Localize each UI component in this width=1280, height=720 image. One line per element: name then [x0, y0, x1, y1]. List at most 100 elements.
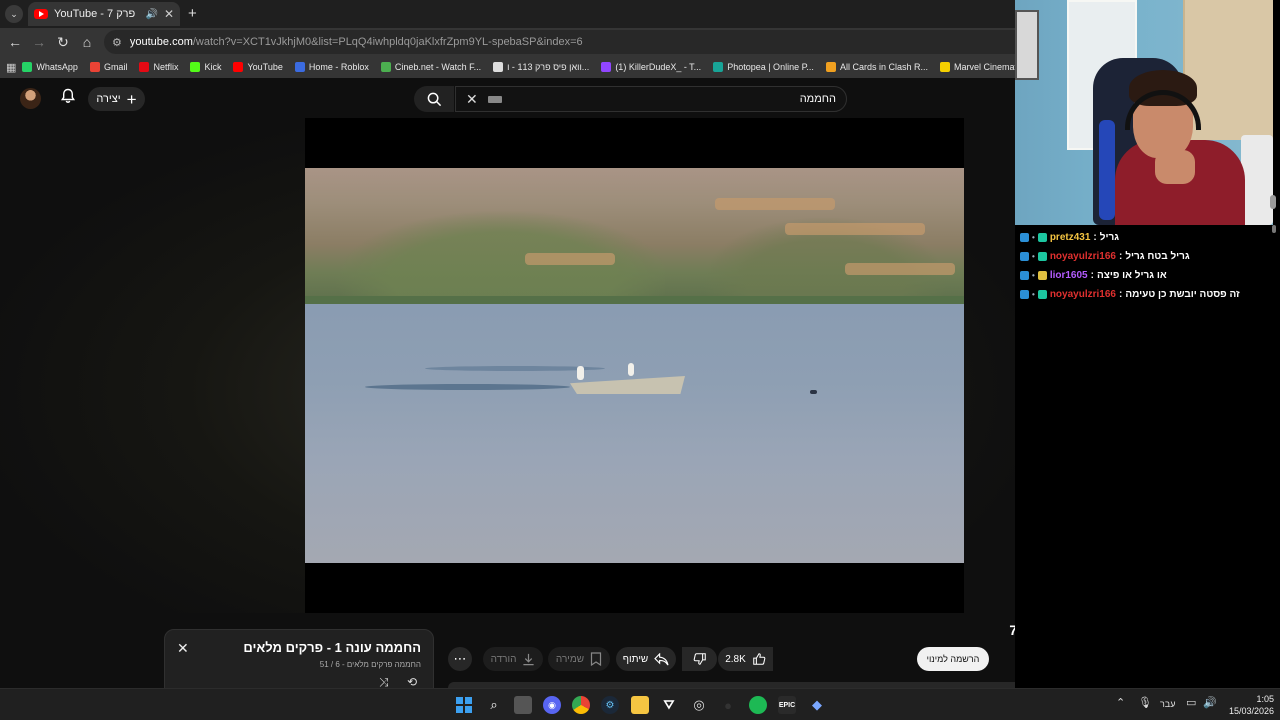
new-tab-icon[interactable]: +	[188, 5, 197, 22]
playlist-title[interactable]: החממה עונה 1 - פרקים מלאים	[243, 640, 421, 655]
chat-subscriber-badge-icon	[1037, 233, 1047, 242]
chat-text: זה פסטה יובשת כן טעימה	[1125, 289, 1240, 300]
reload-icon[interactable]: ↻	[51, 34, 75, 51]
field-patch	[715, 198, 835, 210]
download-button[interactable]: הורדה	[483, 647, 543, 671]
url-host: youtube.com	[129, 36, 193, 48]
system-clock[interactable]: 1:05 15/03/2026	[1218, 693, 1274, 717]
bookmark-favicon-icon	[139, 62, 150, 72]
app-diamond-icon[interactable]: ◆	[808, 696, 826, 714]
chat-text: או גריל או פיצה	[1096, 270, 1167, 281]
url-path: /watch?v=XCT1vJkhjM0&list=PLqQ4iwhpldq0j…	[192, 36, 583, 48]
search-icon[interactable]: ⌕	[485, 696, 503, 714]
bookmark-item[interactable]: Cineb.net - Watch F...	[375, 62, 487, 72]
video-player[interactable]	[305, 118, 964, 613]
address-bar[interactable]: ⚙ youtube.com/watch?v=XCT1vJkhjM0&list=P…	[104, 30, 1015, 54]
tab-search-icon[interactable]: ⌄	[5, 5, 23, 23]
tab-title: YouTube - החממה: פרק 7	[54, 8, 139, 20]
chat-scrollbar-thumb[interactable]	[1272, 225, 1276, 233]
speaker-icon[interactable]: 🔊	[145, 9, 157, 20]
boat-person	[628, 363, 634, 376]
thumbs-up-icon	[753, 653, 766, 665]
clear-search-icon[interactable]: ✕	[466, 91, 478, 108]
share-button[interactable]: שיתוף	[616, 647, 676, 671]
stream-chat: • pretz431 : גריל • noyayulzri166 : גריל בט…	[1020, 228, 1270, 304]
hill-shade	[305, 198, 665, 298]
bookmark-item[interactable]: Marvel Cinematic U...	[934, 62, 1015, 72]
chat-badge-icon	[1020, 290, 1029, 299]
save-button[interactable]: שמירה	[548, 647, 610, 671]
chat-scrollbar[interactable]	[1270, 195, 1276, 209]
loop-icon[interactable]: ⟲	[407, 675, 417, 689]
dislike-button[interactable]	[682, 647, 717, 671]
spotify-icon[interactable]	[749, 696, 767, 714]
volume-icon[interactable]: 🔊	[1203, 696, 1217, 709]
bookmark-item[interactable]: All Cards in Clash R...	[820, 62, 934, 72]
back-icon[interactable]: ←	[3, 34, 27, 50]
network-icon[interactable]: ▭	[1186, 696, 1196, 709]
bookmark-item[interactable]: WhatsApp	[16, 62, 84, 72]
notifications-bell-icon[interactable]	[60, 88, 76, 108]
tray-chevron-icon[interactable]: ⌃	[1116, 696, 1125, 709]
create-button[interactable]: יצירה +	[88, 87, 145, 111]
bookmark-item[interactable]: YouTube	[227, 62, 288, 72]
epic-app-icon[interactable]: ⛛	[660, 696, 678, 714]
tab-close-icon[interactable]: ✕	[164, 7, 174, 21]
bookmark-label: וואן פיס פרק 113 - ו...	[507, 62, 590, 72]
epic-games-icon[interactable]: EPIC	[778, 696, 796, 714]
bookmark-label: YouTube	[247, 62, 283, 72]
plus-icon: +	[126, 89, 137, 109]
chat-dot-icon: •	[1032, 233, 1035, 242]
bookmark-item[interactable]: וואן פיס פרק 113 - ו...	[487, 62, 595, 72]
chat-text: גריל בטח גריל	[1125, 251, 1190, 262]
chat-username[interactable]: lior1605	[1050, 270, 1088, 281]
browser-tab[interactable]: YouTube - החממה: פרק 7 🔊 ✕	[28, 2, 180, 26]
keyboard-icon[interactable]	[487, 95, 502, 103]
chat-separator: :	[1093, 232, 1097, 243]
close-playlist-icon[interactable]: ✕	[177, 640, 189, 657]
forward-icon[interactable]: →	[27, 34, 51, 50]
like-button[interactable]: 2.8K	[718, 647, 773, 671]
apps-grid-icon[interactable]: ▦	[6, 61, 16, 74]
windows-taskbar: ⌕ ◉ ⚙ ⛛ ◎ ● EPIC ◆ ⌃ 🎙 עבר ▭ 🔊 1:05 15/0…	[0, 688, 1280, 720]
bookmark-favicon-icon	[493, 62, 504, 72]
site-info-icon[interactable]: ⚙	[112, 36, 122, 49]
bookmark-label: Netflix	[153, 62, 179, 72]
bookmark-item[interactable]: Photopea | Online P...	[707, 62, 820, 72]
bookmark-item[interactable]: Gmail	[84, 62, 134, 72]
search-input[interactable]: ✕ החממה	[455, 86, 847, 112]
bookmark-item[interactable]: Home - Roblox	[289, 62, 375, 72]
app-icon[interactable]: ●	[719, 696, 737, 714]
search-button[interactable]	[414, 86, 454, 112]
avatar[interactable]	[20, 88, 41, 109]
bookmark-item[interactable]: Netflix	[133, 62, 184, 72]
language-indicator[interactable]: עבר	[1160, 699, 1175, 709]
windows-start-icon[interactable]	[455, 696, 473, 714]
chat-username[interactable]: pretz431	[1050, 232, 1091, 243]
bookmark-favicon-icon	[601, 62, 612, 72]
field-patch	[845, 263, 955, 275]
chat-username[interactable]: noyayulzri166	[1050, 251, 1116, 262]
bookmark-item[interactable]: (1) KillerDudeX_ - T...	[595, 62, 707, 72]
more-actions-icon[interactable]: ⋯	[448, 647, 472, 671]
video-frame	[305, 168, 964, 563]
search-query: החממה	[799, 93, 836, 105]
field-patch	[785, 223, 925, 235]
subscribe-button[interactable]: הרשמה למינוי	[917, 647, 989, 671]
chrome-icon[interactable]	[572, 696, 590, 714]
bookmark-item[interactable]: Kick	[184, 62, 227, 72]
chat-separator: :	[1090, 270, 1094, 281]
home-icon[interactable]: ⌂	[75, 34, 99, 50]
steam-icon[interactable]: ⚙	[601, 696, 619, 714]
task-view-icon[interactable]	[514, 696, 532, 714]
chat-separator: :	[1118, 251, 1123, 262]
file-explorer-icon[interactable]	[631, 696, 649, 714]
discord-icon[interactable]: ◉	[543, 696, 561, 714]
bookmark-favicon-icon	[190, 62, 201, 72]
obs-icon[interactable]: ◎	[690, 696, 708, 714]
chat-subscriber-badge-icon	[1037, 252, 1047, 261]
bookmark-label: Kick	[204, 62, 222, 72]
bookmark-icon	[590, 652, 602, 666]
microphone-icon[interactable]: 🎙	[1138, 696, 1152, 709]
chat-username[interactable]: noyayulzri166	[1050, 289, 1116, 300]
